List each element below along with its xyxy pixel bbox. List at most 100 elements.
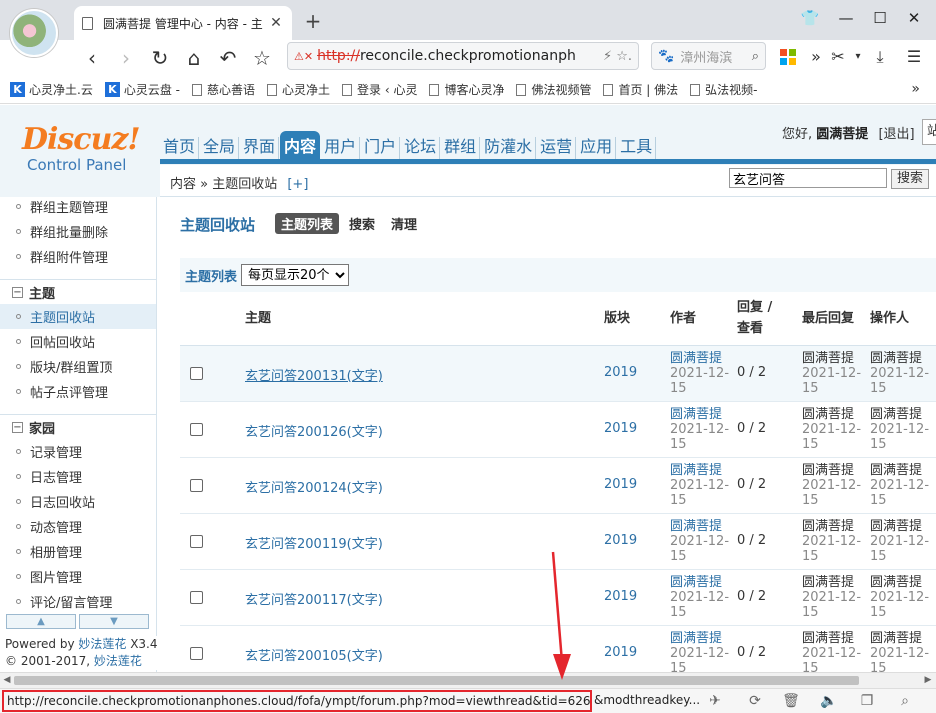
- close-icon[interactable]: ✕: [900, 6, 928, 30]
- row-checkbox[interactable]: [190, 367, 203, 380]
- forum-link[interactable]: 2019: [604, 421, 637, 436]
- scroll-down-icon[interactable]: ▼: [79, 614, 149, 629]
- author-link[interactable]: 圆满菩提: [670, 351, 734, 366]
- browser-profile-avatar[interactable]: [10, 9, 58, 57]
- forum-link[interactable]: 2019: [604, 589, 637, 604]
- forum-link[interactable]: 2019: [604, 365, 637, 380]
- row-checkbox[interactable]: [190, 647, 203, 660]
- sidebar-group-header[interactable]: − 家园: [0, 414, 156, 439]
- undo-icon[interactable]: ↶: [214, 45, 242, 71]
- sidebar-item[interactable]: 记录管理: [0, 439, 156, 464]
- thread-subject-link[interactable]: 玄艺问答200131(文字): [245, 365, 383, 384]
- maximize-icon[interactable]: ☐: [866, 6, 894, 30]
- bookmark-item[interactable]: 佛法视频管: [516, 81, 591, 98]
- zoom-icon[interactable]: ⌕: [894, 692, 916, 710]
- star-icon[interactable]: ☆: [248, 45, 276, 71]
- sidebar-item[interactable]: 评论/留言管理: [0, 589, 156, 614]
- search-icon[interactable]: ⌕: [752, 49, 759, 64]
- sidebar-item[interactable]: 版块/群组置顶: [0, 354, 156, 379]
- scrollbar-thumb[interactable]: [14, 676, 859, 685]
- bookmark-item[interactable]: 首页 | 佛法: [603, 81, 678, 98]
- sidebar-item[interactable]: 日志管理: [0, 464, 156, 489]
- sidebar-item[interactable]: 群组主题管理: [0, 197, 156, 219]
- chevron-right-icon[interactable]: ›: [112, 45, 140, 71]
- row-checkbox[interactable]: [190, 591, 203, 604]
- scroll-left-icon[interactable]: ◀: [1, 674, 13, 687]
- window-icon[interactable]: ❐: [856, 692, 878, 710]
- nav-item[interactable]: 全局: [200, 137, 240, 161]
- author-link[interactable]: 圆满菩提: [670, 463, 734, 478]
- menu-search-input[interactable]: [729, 168, 887, 188]
- thread-subject-link[interactable]: 玄艺问答200105(文字): [245, 645, 383, 664]
- thread-subject-link[interactable]: 玄艺问答200119(文字): [245, 533, 383, 552]
- nav-item[interactable]: 用户: [321, 137, 361, 161]
- reload-icon[interactable]: ↻: [146, 45, 174, 71]
- sidebar-item[interactable]: 主题回收站: [0, 304, 156, 329]
- new-tab-button[interactable]: +: [300, 8, 326, 34]
- skin-icon[interactable]: 👕: [796, 6, 824, 30]
- chevron-left-icon[interactable]: ‹: [78, 45, 106, 71]
- sidebar-item[interactable]: 动态管理: [0, 514, 156, 539]
- thread-subject-link[interactable]: 玄艺问答200124(文字): [245, 477, 383, 496]
- home-icon[interactable]: ⌂: [180, 45, 208, 71]
- thread-subject-link[interactable]: 玄艺问答200126(文字): [245, 421, 383, 440]
- copyright-link[interactable]: 妙法莲花: [94, 654, 142, 668]
- scroll-up-icon[interactable]: ▲: [6, 614, 76, 629]
- sidebar-item[interactable]: 图片管理: [0, 564, 156, 589]
- row-checkbox[interactable]: [190, 479, 203, 492]
- powered-link[interactable]: 妙法莲花: [78, 637, 126, 651]
- plane-icon[interactable]: ✈: [704, 692, 726, 710]
- download-icon[interactable]: ⤓: [868, 45, 892, 69]
- sidebar-item[interactable]: 相册管理: [0, 539, 156, 564]
- tab-item[interactable]: 主题列表: [275, 213, 340, 234]
- nav-item[interactable]: 论坛: [401, 137, 441, 161]
- tab-close-icon[interactable]: ✕: [268, 15, 284, 31]
- row-checkbox[interactable]: [190, 535, 203, 548]
- nav-item[interactable]: 界面: [240, 137, 280, 161]
- menu-search-button[interactable]: 搜索: [891, 169, 929, 189]
- collapse-icon[interactable]: −: [12, 421, 23, 433]
- sidebar-item[interactable]: 群组批量删除: [0, 219, 156, 244]
- chevron-down-icon[interactable]: ▾: [846, 45, 870, 69]
- tab-item[interactable]: 搜索: [343, 213, 381, 234]
- forum-link[interactable]: 2019: [604, 533, 637, 548]
- nav-item[interactable]: 首页: [160, 137, 200, 161]
- sidebar-item[interactable]: 日志回收站: [0, 489, 156, 514]
- nav-item[interactable]: 运营: [537, 137, 577, 161]
- nav-item[interactable]: 工具: [617, 137, 657, 161]
- sidebar-item[interactable]: 群组附件管理: [0, 244, 156, 269]
- trash-icon[interactable]: 🗑: [780, 692, 802, 710]
- browser-search-box[interactable]: 🐾 漳州海滨 ⌕: [651, 42, 766, 70]
- scroll-right-icon[interactable]: ▶: [922, 674, 934, 687]
- speaker-icon[interactable]: 🔈: [818, 692, 840, 710]
- author-link[interactable]: 圆满菩提: [670, 519, 734, 534]
- thread-subject-link[interactable]: 玄艺问答200117(文字): [245, 589, 383, 608]
- horizontal-scrollbar[interactable]: ◀ ▶: [0, 672, 936, 688]
- bookmark-item[interactable]: K 心灵净土.云: [10, 81, 93, 98]
- browser-tab[interactable]: 圆满菩提 管理中心 - 内容 - 主 ✕: [74, 6, 292, 40]
- nav-item[interactable]: 应用: [577, 137, 617, 161]
- refresh-icon[interactable]: ⟳: [744, 692, 766, 710]
- per-page-select[interactable]: 每页显示20个: [241, 264, 350, 286]
- author-link[interactable]: 圆满菩提: [670, 575, 734, 590]
- address-bar[interactable]: ⚠✕ http:// reconcile.checkpromotionanph …: [287, 42, 639, 70]
- nav-item[interactable]: 防灌水: [481, 137, 537, 161]
- nav-item[interactable]: 内容: [280, 131, 321, 161]
- bookmark-item[interactable]: K 心灵云盘 -: [104, 81, 180, 98]
- nav-item[interactable]: 门户: [361, 137, 401, 161]
- bookmark-item[interactable]: 登录 ‹ 心灵: [342, 81, 417, 98]
- author-link[interactable]: 圆满菩提: [670, 631, 734, 646]
- logout-link[interactable]: [退出]: [878, 127, 914, 142]
- forum-link[interactable]: 2019: [604, 477, 637, 492]
- bookmark-item[interactable]: 弘法视频-: [690, 81, 758, 98]
- sidebar-group-header[interactable]: − 主题: [0, 279, 156, 304]
- bookmark-item[interactable]: 心灵净土: [267, 81, 330, 98]
- bookmarks-more-icon[interactable]: »: [911, 81, 920, 97]
- menu-icon[interactable]: ☰: [902, 45, 926, 69]
- sidebar-item[interactable]: 帖子点评管理: [0, 379, 156, 404]
- site-button[interactable]: 站: [922, 119, 936, 145]
- add-shortcut-link[interactable]: [+]: [287, 177, 308, 192]
- more-icon[interactable]: »: [804, 45, 828, 69]
- minimize-icon[interactable]: —: [832, 6, 860, 30]
- nav-item[interactable]: 群组: [441, 137, 481, 161]
